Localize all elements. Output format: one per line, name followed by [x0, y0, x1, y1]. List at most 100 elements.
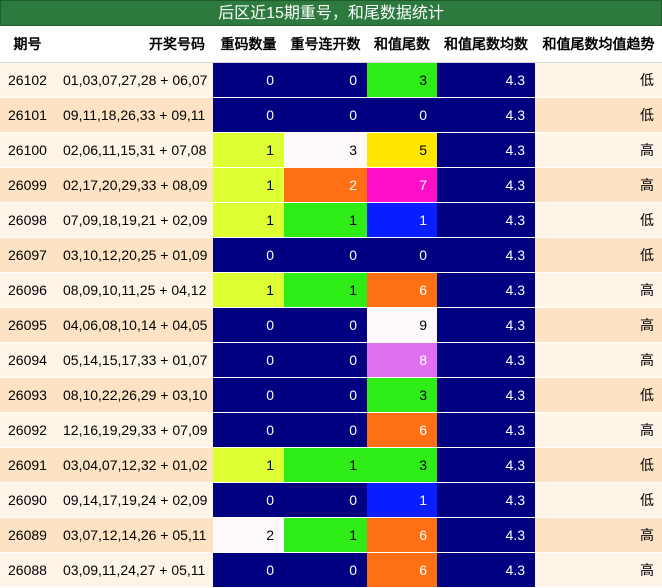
table-row: 26096 08,09,10,11,25 + 04,12 1 1 6 4.3 高: [0, 272, 662, 308]
avg-cell: 4.3: [437, 97, 535, 133]
repeat-count-cell: 1: [213, 132, 284, 168]
avg-cell: 4.3: [437, 412, 535, 448]
sum-tail-cell: 3: [367, 62, 437, 98]
consecutive-cell: 2: [284, 167, 367, 203]
header-row: 期号 开奖号码 重码数量 重号连开数 和值尾数 和值尾数均数 和值尾数均值趋势: [0, 26, 662, 63]
draw-numbers-cell: 12,16,19,29,33 + 07,09: [55, 412, 213, 448]
table-row: 26090 09,14,17,19,24 + 02,09 0 0 1 4.3 低: [0, 482, 662, 518]
header-period: 期号: [0, 26, 55, 63]
period-cell: 26099: [0, 167, 55, 203]
period-cell: 26095: [0, 307, 55, 343]
trend-cell: 高: [535, 517, 662, 553]
avg-cell: 4.3: [437, 62, 535, 98]
consecutive-cell: 3: [284, 132, 367, 168]
avg-cell: 4.3: [437, 517, 535, 553]
table-row: 26099 02,17,20,29,33 + 08,09 1 2 7 4.3 高: [0, 167, 662, 203]
draw-numbers-cell: 09,14,17,19,24 + 02,09: [55, 482, 213, 518]
trend-cell: 低: [535, 447, 662, 483]
consecutive-cell: 1: [284, 447, 367, 483]
table-row: 26091 03,04,07,12,32 + 01,02 1 1 3 4.3 低: [0, 447, 662, 483]
trend-cell: 低: [535, 97, 662, 133]
repeat-count-cell: 0: [213, 482, 284, 518]
repeat-count-cell: 0: [213, 342, 284, 378]
consecutive-cell: 0: [284, 377, 367, 413]
avg-cell: 4.3: [437, 482, 535, 518]
draw-numbers-cell: 03,07,12,14,26 + 05,11: [55, 517, 213, 553]
table-row: 26098 07,09,18,19,21 + 02,09 1 1 1 4.3 低: [0, 202, 662, 238]
table-row: 26101 09,11,18,26,33 + 09,11 0 0 0 4.3 低: [0, 97, 662, 133]
repeat-count-cell: 0: [213, 62, 284, 98]
table-row: 26102 01,03,07,27,28 + 06,07 0 0 3 4.3 低: [0, 62, 662, 98]
period-cell: 26098: [0, 202, 55, 238]
trend-cell: 低: [535, 377, 662, 413]
trend-cell: 高: [535, 342, 662, 378]
draw-numbers-cell: 02,17,20,29,33 + 08,09: [55, 167, 213, 203]
table-row: 26089 03,07,12,14,26 + 05,11 2 1 6 4.3 高: [0, 517, 662, 553]
repeat-count-cell: 0: [213, 237, 284, 273]
table-row: 26095 04,06,08,10,14 + 04,05 0 0 9 4.3 高: [0, 307, 662, 343]
repeat-count-cell: 0: [213, 377, 284, 413]
header-draw: 开奖号码: [55, 26, 213, 63]
period-cell: 26094: [0, 342, 55, 378]
repeat-count-cell: 0: [213, 552, 284, 588]
consecutive-cell: 0: [284, 307, 367, 343]
sum-tail-cell: 6: [367, 517, 437, 553]
period-cell: 26089: [0, 517, 55, 553]
header-avg: 和值尾数均数: [437, 26, 535, 63]
avg-cell: 4.3: [437, 132, 535, 168]
sum-tail-cell: 7: [367, 167, 437, 203]
draw-numbers-cell: 07,09,18,19,21 + 02,09: [55, 202, 213, 238]
draw-numbers-cell: 08,10,22,26,29 + 03,10: [55, 377, 213, 413]
draw-numbers-cell: 03,04,07,12,32 + 01,02: [55, 447, 213, 483]
trend-cell: 高: [535, 132, 662, 168]
table-row: 26088 03,09,11,24,27 + 05,11 0 0 6 4.3 高: [0, 552, 662, 588]
repeat-count-cell: 0: [213, 412, 284, 448]
sum-tail-cell: 0: [367, 237, 437, 273]
header-sum-tail: 和值尾数: [367, 26, 437, 63]
header-consecutive: 重号连开数: [284, 26, 367, 63]
trend-cell: 高: [535, 412, 662, 448]
stats-table: 期号 开奖号码 重码数量 重号连开数 和值尾数 和值尾数均数 和值尾数均值趋势 …: [0, 26, 662, 588]
consecutive-cell: 0: [284, 412, 367, 448]
page-title: 后区近15期重号，和尾数据统计: [0, 0, 662, 26]
period-cell: 26100: [0, 132, 55, 168]
avg-cell: 4.3: [437, 237, 535, 273]
repeat-count-cell: 0: [213, 307, 284, 343]
sum-tail-cell: 3: [367, 377, 437, 413]
period-cell: 26102: [0, 62, 55, 98]
draw-numbers-cell: 09,11,18,26,33 + 09,11: [55, 97, 213, 133]
table-row: 26094 05,14,15,17,33 + 01,07 0 0 8 4.3 高: [0, 342, 662, 378]
avg-cell: 4.3: [437, 307, 535, 343]
sum-tail-cell: 6: [367, 412, 437, 448]
table-body: 26102 01,03,07,27,28 + 06,07 0 0 3 4.3 低 26101 0…: [0, 62, 662, 588]
consecutive-cell: 0: [284, 237, 367, 273]
draw-numbers-cell: 05,14,15,17,33 + 01,07: [55, 342, 213, 378]
trend-cell: 高: [535, 552, 662, 588]
consecutive-cell: 0: [284, 97, 367, 133]
sum-tail-cell: 6: [367, 272, 437, 308]
trend-cell: 高: [535, 307, 662, 343]
sum-tail-cell: 9: [367, 307, 437, 343]
consecutive-cell: 1: [284, 517, 367, 553]
sum-tail-cell: 5: [367, 132, 437, 168]
trend-cell: 高: [535, 272, 662, 308]
period-cell: 26096: [0, 272, 55, 308]
avg-cell: 4.3: [437, 377, 535, 413]
trend-cell: 低: [535, 482, 662, 518]
draw-numbers-cell: 03,10,12,20,25 + 01,09: [55, 237, 213, 273]
repeat-count-cell: 1: [213, 167, 284, 203]
period-cell: 26093: [0, 377, 55, 413]
period-cell: 26101: [0, 97, 55, 133]
trend-cell: 低: [535, 62, 662, 98]
avg-cell: 4.3: [437, 552, 535, 588]
table-row: 26100 02,06,11,15,31 + 07,08 1 3 5 4.3 高: [0, 132, 662, 168]
repeat-count-cell: 2: [213, 517, 284, 553]
sum-tail-cell: 1: [367, 482, 437, 518]
table-row: 26093 08,10,22,26,29 + 03,10 0 0 3 4.3 低: [0, 377, 662, 413]
period-cell: 26088: [0, 552, 55, 588]
period-cell: 26091: [0, 447, 55, 483]
draw-numbers-cell: 02,06,11,15,31 + 07,08: [55, 132, 213, 168]
repeat-count-cell: 1: [213, 202, 284, 238]
avg-cell: 4.3: [437, 202, 535, 238]
stats-page: 后区近15期重号，和尾数据统计 期号 开奖号码 重码数量 重号连开数 和值尾数 …: [0, 0, 662, 588]
